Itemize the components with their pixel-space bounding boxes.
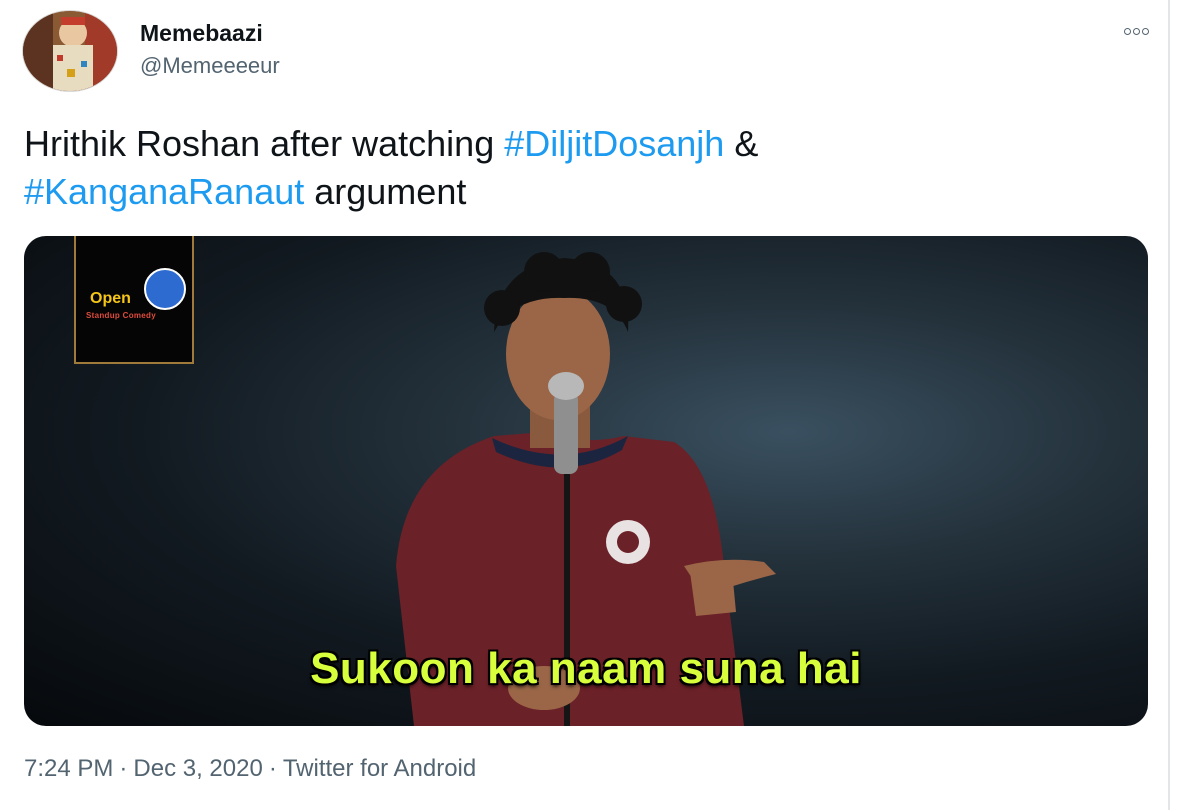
avatar[interactable] [22, 10, 118, 92]
channel-logo: Open Standup Comedy [74, 236, 194, 364]
tweet-text: Hrithik Roshan after watching #DiljitDos… [24, 120, 1144, 216]
tweet-header: Memebaazi @Memeeeeur [22, 10, 1149, 94]
tweet-text-prefix: Hrithik Roshan after watching [24, 123, 505, 164]
hashtag-link-kanganaranaut[interactable]: #KanganaRanaut [24, 171, 304, 212]
meme-caption: Sukoon ka naam suna hai [310, 644, 862, 693]
tweet-time[interactable]: 7:24 PM [24, 755, 113, 782]
tweet-text-middle: & [724, 123, 759, 164]
logo-subtext: Standup Comedy [86, 311, 156, 320]
meta-separator: · [268, 755, 277, 782]
tweet-media-image[interactable]: Open Standup Comedy Sukoon ka naam suna … [24, 236, 1148, 726]
display-name[interactable]: Memebaazi [140, 20, 263, 47]
tweet-source[interactable]: Twitter for Android [283, 755, 476, 782]
more-dot [1132, 27, 1140, 35]
panel-border [1168, 0, 1170, 810]
theatre-mask-icon [144, 268, 186, 310]
more-options-icon[interactable] [1118, 24, 1154, 38]
avatar-photo [23, 11, 117, 91]
tweet-date[interactable]: Dec 3, 2020 [133, 755, 262, 782]
hashtag-link-diljitdosanjh[interactable]: #DiljitDosanjh [504, 123, 724, 164]
tweet-metadata: 7:24 PM · Dec 3, 2020 · Twitter for Android [24, 755, 476, 783]
user-handle[interactable]: @Memeeeeur [140, 53, 280, 79]
meta-separator: · [119, 755, 128, 782]
tweet-text-suffix: argument [304, 171, 467, 212]
logo-text: Open [90, 290, 131, 307]
more-dot [1123, 27, 1131, 35]
more-dot [1141, 27, 1149, 35]
